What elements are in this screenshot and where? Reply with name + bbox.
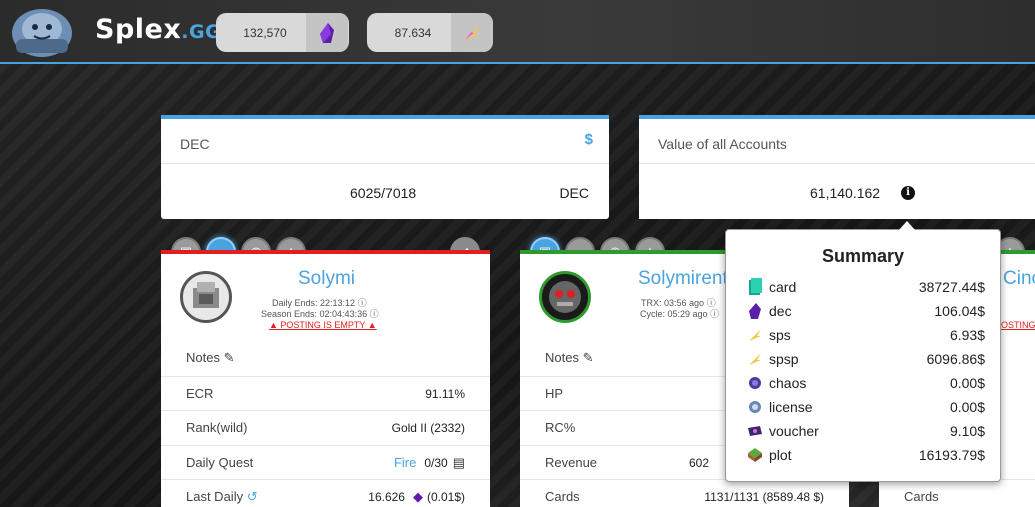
summary-item-name: license	[769, 399, 813, 415]
last-daily-usd: (0.01$)	[426, 489, 465, 504]
cards-label: Cards	[904, 489, 939, 504]
chaos-icon	[746, 374, 764, 392]
last-daily-value: 16.626	[368, 489, 405, 504]
info-icon[interactable]: i	[901, 186, 915, 200]
total-value-card: Value of all Accounts 61,140.162 i	[639, 115, 1035, 219]
summary-item-name: card	[769, 279, 797, 295]
account-name[interactable]: Solymirent	[638, 268, 728, 290]
dec-icon: ◆	[412, 488, 423, 504]
summary-row-plot: plot 16193.79$	[746, 443, 985, 467]
account-name[interactable]: Solymi	[298, 268, 355, 290]
brand-logo-text[interactable]: Splex.GG	[95, 14, 221, 45]
summary-item-value: 0.00$	[949, 399, 985, 415]
summary-item-name: spsp	[769, 351, 799, 367]
top-header: Splex.GG 132,570 87.634	[0, 0, 1035, 64]
summary-item-value: 16193.79$	[918, 447, 985, 463]
cards-value: 1131/1131 (8589.48 $)	[704, 489, 824, 504]
total-value-amount: 61,140.162	[810, 185, 881, 201]
sps-balance-value: 87.634	[394, 25, 432, 40]
posting-warning[interactable]: ▲ POSTING IS EMPTY ▲	[269, 320, 377, 330]
cards-row: Cards 1131/1131 (8589.48 $)	[520, 479, 849, 507]
card-icon	[746, 278, 764, 296]
revenue-label: Revenue	[545, 455, 598, 470]
summary-row-card: card 38727.44$	[746, 275, 985, 299]
summary-title: Summary	[821, 246, 905, 266]
spsp-icon	[746, 350, 764, 368]
account-status-bar	[161, 250, 490, 254]
divider	[161, 163, 609, 164]
summary-item-value: 106.04$	[934, 303, 985, 319]
quest-label: Daily Quest	[186, 455, 254, 470]
edit-icon: ✎	[223, 350, 235, 365]
sps-icon	[451, 13, 493, 52]
dec-icon	[746, 302, 764, 320]
cards-label: Cards	[545, 489, 580, 504]
avatar	[180, 271, 232, 323]
avatar	[539, 271, 591, 323]
summary-row-spsp: spsp 6096.86$	[746, 347, 985, 371]
summary-item-value: 9.10$	[949, 423, 985, 439]
rank-row: Rank(wild) Gold II (2332)	[161, 410, 490, 444]
dec-balance-value: 132,570	[243, 25, 287, 40]
cards-row: Cards	[879, 479, 1035, 507]
sps-icon	[746, 326, 764, 344]
summary-item-name: plot	[769, 447, 792, 463]
cycle-time: Cycle: 05:29 ago ⓘ	[640, 309, 720, 319]
summary-item-value: 6.93$	[949, 327, 985, 343]
summary-item-name: dec	[769, 303, 792, 319]
last-daily-row: Last Daily ↺ 16.626 ◆ (0.01$)	[161, 479, 490, 507]
help-icon[interactable]: ⓘ	[370, 309, 379, 319]
summary-tooltip: Summary card 38727.44$ dec 106.04$ sps 6…	[725, 221, 1001, 482]
notes-row[interactable]: Notes ✎	[161, 341, 490, 375]
season-ends: Season Ends: 02:04:43:36 ⓘ	[261, 309, 379, 319]
summary-row-voucher: voucher 9.10$	[746, 419, 985, 443]
daily-quest-row: Daily Quest Fire 0/30 ▤	[161, 445, 490, 479]
summary-row-license: license 0.00$	[746, 395, 985, 419]
summary-item-value: 0.00$	[949, 375, 985, 391]
summary-item-name: voucher	[769, 423, 819, 439]
summary-item-value: 38727.44$	[918, 279, 985, 295]
dec-balance-pill[interactable]: 132,570	[216, 13, 349, 52]
help-icon[interactable]: ⓘ	[710, 309, 719, 319]
ecr-row: ECR 91.11%	[161, 376, 490, 410]
chest-icon[interactable]: ▤	[453, 455, 465, 471]
quest-type: Fire	[393, 455, 417, 470]
edit-icon: ✎	[582, 350, 594, 365]
plot-icon	[746, 446, 764, 464]
summary-item-name: chaos	[769, 375, 807, 391]
rank-label: Rank(wild)	[186, 420, 248, 435]
account-name[interactable]: Cinc	[1003, 268, 1035, 290]
summary-row-dec: dec 106.04$	[746, 299, 985, 323]
dec-card-value: 6025/7018	[350, 185, 417, 201]
account-card-solymi: Solymi Daily Ends: 22:13:12 ⓘ Season End…	[161, 250, 490, 507]
quest-value: 0/30	[424, 455, 448, 470]
ecr-label: ECR	[186, 386, 214, 401]
dec-summary-card: DEC $ 6025/7018 DEC	[161, 115, 609, 219]
ecr-value: 91.11%	[425, 386, 465, 401]
sps-balance-pill[interactable]: 87.634	[367, 13, 493, 52]
rank-value: Gold II (2332)	[391, 420, 465, 435]
dec-card-unit: DEC	[559, 185, 589, 201]
golem-logo-icon[interactable]	[6, 3, 78, 59]
last-daily-label: Last Daily ↺	[186, 488, 258, 504]
summary-item-name: sps	[769, 327, 791, 343]
dec-icon	[306, 13, 348, 52]
history-icon: ↺	[246, 488, 258, 504]
license-icon	[746, 398, 764, 416]
divider	[639, 163, 1035, 164]
dec-card-title: DEC	[180, 136, 210, 152]
summary-row-sps: sps 6.93$	[746, 323, 985, 347]
dollar-toggle-icon[interactable]: $	[585, 131, 593, 148]
summary-item-value: 6096.86$	[926, 351, 985, 367]
revenue-value: 602	[688, 455, 709, 470]
total-value-title: Value of all Accounts	[658, 136, 787, 152]
summary-row-chaos: chaos 0.00$	[746, 371, 985, 395]
posting-warning[interactable]: POSTING	[995, 320, 1035, 330]
voucher-icon	[746, 422, 764, 440]
notes-label: Notes ✎	[186, 350, 235, 365]
